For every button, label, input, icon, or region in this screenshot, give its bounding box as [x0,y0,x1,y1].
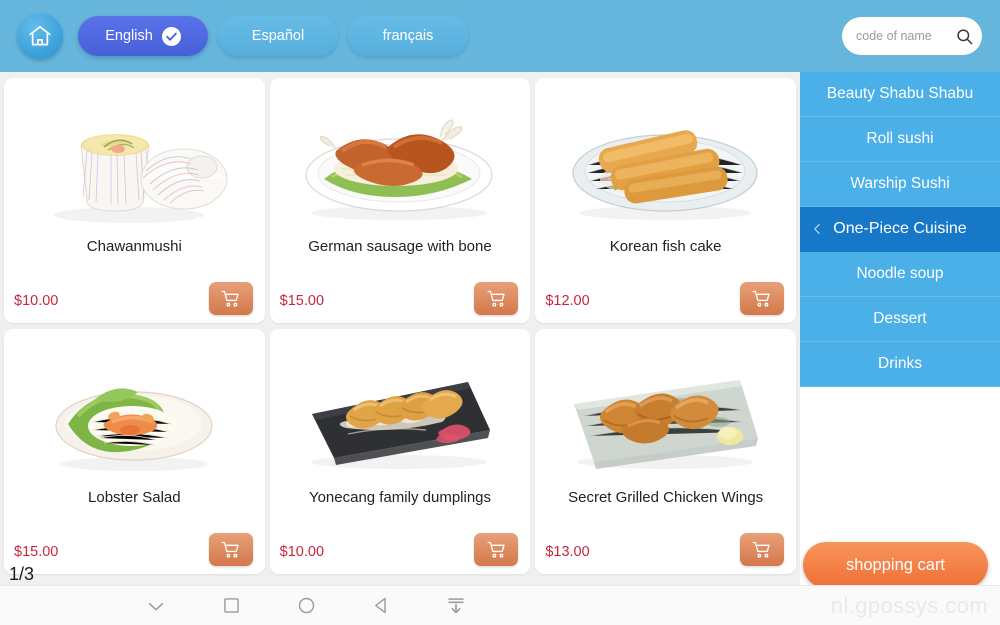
circle-icon[interactable] [293,593,319,619]
product-card[interactable]: Secret Grilled Chicken Wings $13.00 [535,329,796,574]
product-card[interactable]: Lobster Salad $15.00 [4,329,265,574]
sidebar-item-label: Roll sushi [866,130,934,147]
language-label: Español [251,28,305,44]
product-name: German sausage with bone [308,238,492,255]
search-bar[interactable] [842,17,982,55]
home-icon [27,23,53,49]
android-navigation-bar [0,585,1000,625]
language-button-francais[interactable]: français [348,16,468,56]
product-card[interactable]: German sausage with bone $15.00 [269,78,531,323]
shopping-cart-button[interactable]: shopping cart [803,542,988,588]
sidebar-item-label: Beauty Shabu Shabu [826,85,974,102]
home-button[interactable] [17,13,63,59]
product-price: $12.00 [545,293,590,309]
product-image-chicken-wings [535,333,796,483]
language-label: français [382,28,434,44]
add-to-cart-button[interactable] [474,533,519,566]
product-image-korean-fish-cake [535,82,796,232]
product-image-chawanmushi [4,82,265,232]
product-price: $15.00 [279,293,325,309]
add-to-cart-button[interactable] [739,282,784,315]
product-grid: Chawanmushi $10.00 German sausage with b… [0,72,800,585]
product-image-lobster-salad [4,333,265,483]
product-price: $10.00 [279,544,325,560]
header-bar: English Español français [0,0,1000,72]
product-card[interactable]: Yonecang family dumplings $10.00 [269,329,531,574]
language-button-espanol[interactable]: Español [218,16,338,56]
product-image-german-sausage [270,82,531,232]
language-button-english[interactable]: English [78,16,208,56]
product-name: Korean fish cake [609,238,722,255]
sidebar-item-label: One-Piece Cuisine [833,220,967,237]
sidebar-item-roll-sushi[interactable]: Roll sushi [800,117,1000,162]
shopping-cart-icon [220,288,241,309]
product-name: Lobster Salad [88,489,181,506]
shopping-cart-icon [486,288,507,309]
product-name: Chawanmushi [86,238,182,255]
sidebar-item-dessert[interactable]: Dessert [800,297,1000,342]
product-price: $13.00 [545,544,590,560]
product-image-dumplings [270,333,531,483]
nav-icon-group [143,593,469,619]
add-to-cart-button[interactable] [739,533,784,566]
square-icon[interactable] [218,593,244,619]
shopping-cart-icon [751,288,772,309]
product-name: Secret Grilled Chicken Wings [568,489,764,506]
sidebar-item-one-piece-cuisine[interactable]: One-Piece Cuisine [800,207,1000,252]
sidebar-item-label: Warship Sushi [850,175,950,192]
shopping-cart-icon [220,539,241,560]
product-price: $15.00 [14,544,59,560]
add-to-cart-button[interactable] [208,282,253,315]
back-triangle-icon[interactable] [368,593,394,619]
sidebar-item-warship-sushi[interactable]: Warship Sushi [800,162,1000,207]
add-to-cart-button[interactable] [208,533,253,566]
sidebar-item-noodle-soup[interactable]: Noodle soup [800,252,1000,297]
sidebar-item-beauty-shabu-shabu[interactable]: Beauty Shabu Shabu [800,72,1000,117]
search-input[interactable] [856,29,954,43]
shopping-cart-button-label: shopping cart [845,555,946,574]
page-indicator: 1/3 [9,564,35,584]
sidebar-item-label: Dessert [873,310,927,327]
add-to-cart-button[interactable] [474,282,519,315]
download-icon[interactable] [443,593,469,619]
language-selector: English Español français [78,16,468,56]
product-price: $10.00 [14,293,59,309]
product-card[interactable]: Korean fish cake $12.00 [535,78,796,323]
category-sidebar: Beauty Shabu Shabu Roll sushi Warship Su… [800,72,1000,585]
sidebar-item-label: Drinks [878,355,922,372]
sidebar-item-label: Noodle soup [856,265,944,282]
sidebar-item-drinks[interactable]: Drinks [800,342,1000,387]
shopping-cart-icon [751,539,772,560]
chevron-left-icon [811,223,824,236]
search-icon[interactable] [954,26,974,46]
app-screen: English Español français code of name Ch… [0,0,1000,625]
check-circle-icon [161,26,181,46]
product-card[interactable]: Chawanmushi $10.00 [4,78,265,323]
product-name: Yonecang family dumplings [308,489,492,506]
shopping-cart-icon [486,539,507,560]
chevron-down-icon[interactable] [143,593,169,619]
language-label: English [105,28,153,44]
